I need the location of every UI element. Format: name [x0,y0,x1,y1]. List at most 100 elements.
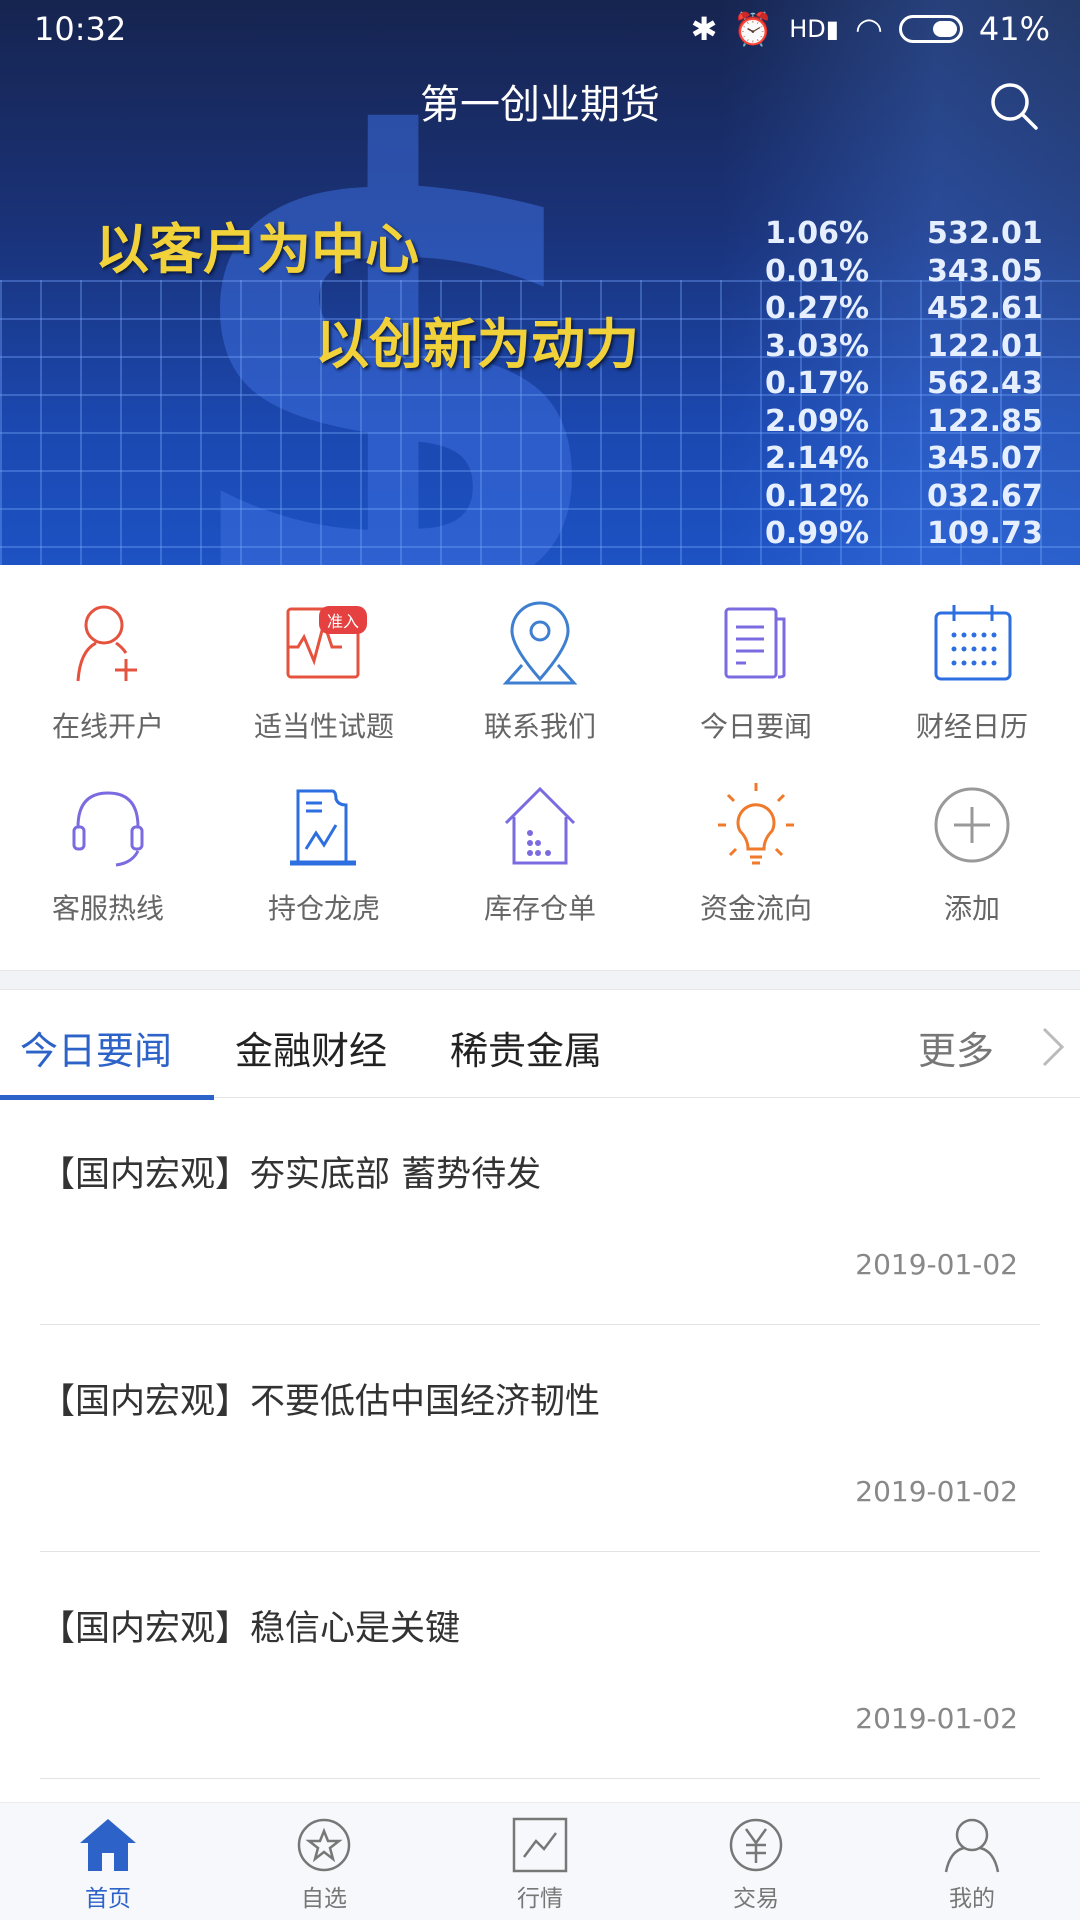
shortcut-label: 添加 [943,892,1000,925]
newspaper-icon [724,607,786,679]
news-item[interactable]: 【国内宏观】不要低估中国经济韧性 2019-01-02 [40,1325,1040,1552]
news-date: 2019-01-02 [855,1248,1018,1281]
ticker-row: 2.14% 345.07 [765,440,1043,478]
tab-precious-metals[interactable]: 稀贵金属 [450,1020,602,1075]
battery-icon [898,15,963,43]
shortcut-label: 财经日历 [915,710,1028,743]
status-bar: 10:32 ✱ ⏰ HD▮ ◠ 41% [0,0,1080,60]
news-title: 【国内宏观】稳信心是关键 [40,1609,461,1649]
ticker-value: 562.43 [927,366,1043,401]
lightbulb-icon [718,783,794,865]
nav-home[interactable]: 首页 [0,1817,216,1913]
shortcut-lightbulb[interactable]: 资金流向 [648,777,864,927]
shortcut-newspaper[interactable]: 今日要闻 [648,595,864,745]
ticker-percent: 0.01% [765,253,870,289]
ticker-value: 122.85 [927,403,1043,439]
ticker-percent: 3.03% [765,328,870,364]
shortcut-report-chart[interactable]: 持仓龙虎 [216,777,432,927]
headset-icon [72,791,144,867]
section-divider [0,970,1080,990]
news-date: 2019-01-02 [855,1702,1018,1735]
report-chart-icon [290,789,356,866]
shortcut-label: 联系我们 [483,710,596,743]
ticker-percent: 0.99% [765,516,870,551]
news-title: 【国内宏观】夯实底部 蓄势待发 [40,1155,542,1195]
banner-slogan-1: 以客户为中心 [95,218,419,281]
chart-icon [512,1817,568,1873]
ticker-value: 343.05 [927,253,1043,289]
battery-level: 41% [978,10,1050,48]
alarm-icon: ⏰ [733,10,774,48]
nav-label: 首页 [85,1886,131,1912]
banner-ticker: 1.06% 532.01 0.01% 343.05 0.27% 452.61 3.03% 12… [765,215,1043,553]
ticker-value: 032.67 [927,478,1043,514]
warehouse-icon [504,786,576,865]
shortcut-grid: 在线开户 适当性试题 联系我们 今日要闻 财经日历客服热线 持仓龙虎 库存仓单 资金流向 添加 [0,565,1080,970]
shortcut-label: 库存仓单 [483,892,596,925]
shortcut-label: 适当性试题 [253,710,394,743]
nav-watchlist[interactable]: 自选 [216,1817,432,1913]
shortcut-label: 在线开户 [51,710,164,743]
nav-label: 我的 [949,1886,995,1912]
shortcut-location-pin[interactable]: 联系我们 [432,595,648,745]
shortcut-label: 客服热线 [51,892,164,925]
badge-admission: 准入 [319,606,368,634]
nav-label: 交易 [733,1886,779,1912]
tab-today-news[interactable]: 今日要闻 [20,1020,172,1075]
page-title: 第一创业期货 [420,82,660,128]
tab-finance[interactable]: 金融财经 [235,1020,387,1075]
bluetooth-icon: ✱ [690,10,718,48]
ticker-value: 122.01 [927,328,1043,364]
ticker-value: 109.73 [927,516,1043,551]
search-icon[interactable] [988,80,1040,132]
nav-trade[interactable]: 交易 [648,1817,864,1913]
ticker-percent: 2.14% [765,441,870,476]
signal-icon: HD▮ [789,15,839,43]
news-item[interactable]: 【国内宏观】稳信心是关键 2019-01-02 [40,1552,1040,1779]
ticker-percent: 0.12% [765,478,870,514]
yen-circle-icon [729,1818,783,1872]
plus-circle-icon [934,787,1010,863]
ticker-value: 452.61 [927,291,1043,326]
nav-label: 自选 [301,1886,347,1912]
shortcut-calendar[interactable]: 财经日历 [864,595,1080,745]
ticker-value: 532.01 [927,216,1043,251]
user-add-icon [76,605,137,682]
ticker-percent: 2.09% [765,403,870,439]
home-icon [80,1819,136,1871]
ticker-percent: 0.27% [765,291,870,326]
shortcut-label: 今日要闻 [699,710,812,743]
ticker-row: 0.12% 032.67 [765,478,1043,516]
ticker-row: 2.09% 122.85 [765,403,1043,441]
location-pin-icon [502,601,578,685]
more-button[interactable]: 更多 [918,1020,994,1075]
nav-label: 行情 [517,1886,563,1912]
banner-slogan-2: 以创新为动力 [315,313,639,376]
shortcut-label: 资金流向 [699,892,812,925]
ticker-percent: 1.06% [765,216,870,251]
user-icon [944,1818,1000,1873]
ticker-row: 0.99% 109.73 [765,515,1043,553]
shortcut-label: 持仓龙虎 [267,892,380,925]
nav-me[interactable]: 我的 [864,1817,1080,1913]
ticker-percent: 0.17% [765,366,870,401]
news-item[interactable]: 【国内宏观】夯实底部 蓄势待发 2019-01-02 [40,1098,1040,1325]
shortcut-plus-circle[interactable]: 添加 [864,777,1080,927]
ticker-row: 0.17% 562.43 [765,365,1043,403]
news-title: 【国内宏观】不要低估中国经济韧性 [40,1382,601,1422]
calendar-icon [934,605,1012,681]
ticker-row: 0.01% 343.05 [765,253,1043,291]
wifi-icon: ◠ [854,10,883,48]
ticker-row: 3.03% 122.01 [765,328,1043,366]
shortcut-user-add[interactable]: 在线开户 [0,595,216,745]
shortcut-warehouse[interactable]: 库存仓单 [432,777,648,927]
ticker-row: 1.06% 532.01 [765,215,1043,253]
ticker-value: 345.07 [927,441,1043,476]
ticker-row: 0.27% 452.61 [765,290,1043,328]
status-time: 10:32 [34,10,127,48]
shortcut-headset[interactable]: 客服热线 [0,777,216,927]
bottom-nav: 首页 自选 行情 交易 我的 [0,1802,1080,1920]
star-circle-icon [297,1818,351,1872]
nav-market[interactable]: 行情 [432,1817,648,1913]
chevron-right-icon[interactable] [1040,1025,1066,1069]
